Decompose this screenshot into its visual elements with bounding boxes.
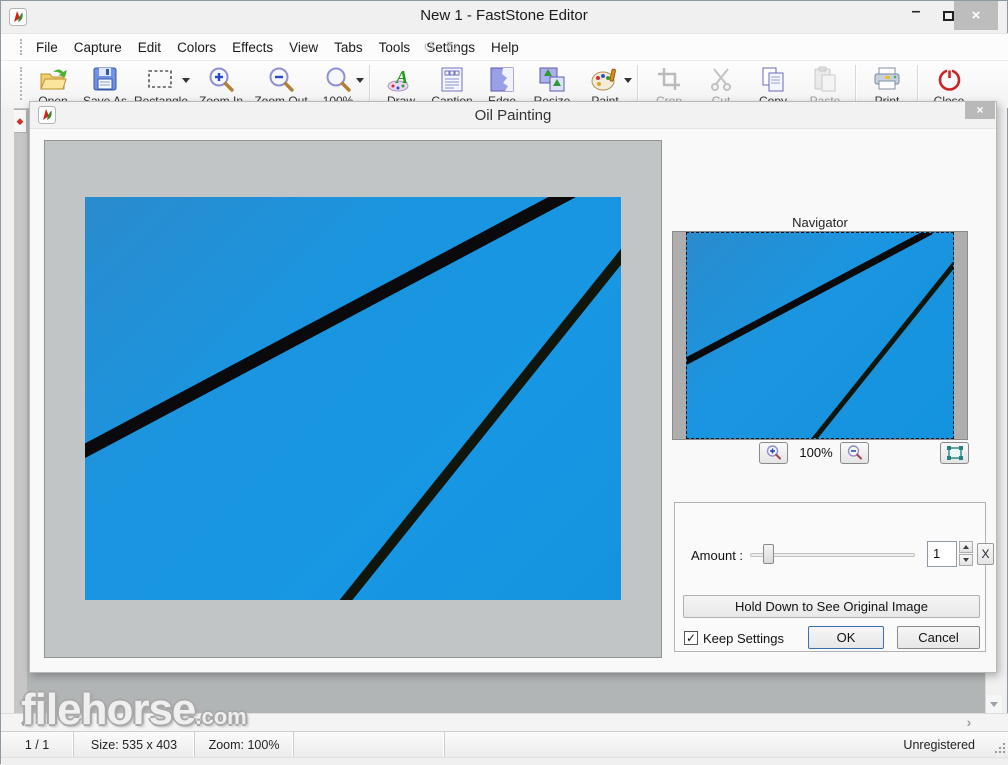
dropdown-caret-icon[interactable] <box>182 78 190 83</box>
scroll-down-button[interactable] <box>986 695 1002 713</box>
navigator-zoom-level: 100% <box>795 445 837 460</box>
spinner-up-button[interactable] <box>959 541 973 553</box>
amount-slider-track[interactable] <box>750 553 915 557</box>
down-arrow-icon <box>990 702 998 707</box>
menu-file[interactable]: File <box>28 40 66 55</box>
watermark: filehorse.com <box>21 685 247 735</box>
spinner-down-button[interactable] <box>959 554 973 566</box>
menu-tools[interactable]: Tools <box>371 40 419 55</box>
dialog-title: Oil Painting <box>30 107 996 124</box>
toolbar-separator <box>917 65 919 103</box>
scroll-right-button[interactable]: › <box>961 715 977 731</box>
amount-input[interactable]: 1 <box>927 541 957 567</box>
crop-icon <box>656 65 682 93</box>
navigator-fit-button[interactable] <box>940 442 969 464</box>
print-icon <box>872 65 902 93</box>
hold-to-see-original-button[interactable]: Hold Down to See Original Image <box>683 595 980 618</box>
navigator-frame <box>672 231 968 440</box>
status-size: Size: 535 x 403 <box>74 732 195 757</box>
toolbar-separator <box>369 65 371 103</box>
menu-effects[interactable]: Effects <box>224 40 281 55</box>
watermark-tld: .com <box>195 704 246 729</box>
amount-slider-thumb[interactable] <box>763 544 774 564</box>
tab-diamond-icon: ◆ <box>17 116 24 127</box>
toolbar-grip <box>20 67 23 100</box>
menu-help[interactable]: Help <box>483 40 527 55</box>
paste-clipboard-icon <box>812 65 838 93</box>
menu-tabs[interactable]: Tabs <box>326 40 371 55</box>
minimize-button[interactable]: – <box>901 1 931 31</box>
status-registration: Unregistered <box>445 732 1008 757</box>
menu-edit[interactable]: Edit <box>130 40 169 55</box>
cancel-button[interactable]: Cancel <box>897 626 980 649</box>
dropdown-caret-icon[interactable] <box>624 78 632 83</box>
zoom-out-icon <box>846 444 864 462</box>
menu-grip <box>20 39 23 55</box>
menu-bar: File Capture Edit Colors Effects View Ta… <box>1 33 1008 61</box>
maximize-icon <box>943 11 954 21</box>
status-bar: 1 / 1 Size: 535 x 403 Zoom: 100% Unregis… <box>1 731 1008 757</box>
edge-icon <box>489 65 515 93</box>
navigator-zoom-out-button[interactable] <box>840 442 869 464</box>
resize-grip-icon[interactable] <box>994 742 1006 754</box>
window-title: New 1 - FastStone Editor <box>1 7 1007 24</box>
zoom-in-icon <box>765 444 783 462</box>
toolbar-separator <box>637 65 639 103</box>
cut-scissors-icon <box>708 65 734 93</box>
fit-view-icon <box>946 445 964 461</box>
rectangle-select-icon <box>146 65 176 93</box>
menu-view[interactable]: View <box>281 40 326 55</box>
undo-redo-group: ↺↻ <box>423 38 468 56</box>
ok-button[interactable]: OK <box>808 626 884 649</box>
amount-spinner <box>959 541 973 567</box>
navigator-label: Navigator <box>672 215 968 230</box>
left-frame <box>1 101 14 713</box>
status-zoom: Zoom: 100% <box>195 732 294 757</box>
reset-button[interactable]: X <box>977 543 994 565</box>
dialog-title-bar[interactable]: Oil Painting × <box>30 102 996 129</box>
zoom-level-icon <box>324 65 352 93</box>
dialog-close-button[interactable]: × <box>965 102 995 119</box>
caption-icon <box>440 65 464 93</box>
down-arrow-icon <box>963 558 969 562</box>
open-folder-icon <box>37 65 69 93</box>
menu-capture[interactable]: Capture <box>66 40 130 55</box>
copy-icon <box>760 65 786 93</box>
app-window: New 1 - FastStone Editor – × File Captur… <box>0 0 1008 764</box>
redo-icon[interactable]: ↻ <box>446 39 469 56</box>
draw-icon: A <box>386 65 416 93</box>
title-bar: New 1 - FastStone Editor – × <box>1 1 1007 33</box>
toolbar-separator <box>855 65 857 103</box>
paint-icon <box>590 65 620 93</box>
image-diagonal-line-1 <box>85 197 578 459</box>
menu-colors[interactable]: Colors <box>169 40 224 55</box>
document-tab[interactable]: ◆ <box>14 109 27 133</box>
close-button[interactable]: × <box>954 1 998 30</box>
navigator-zoom-in-button[interactable] <box>759 442 788 464</box>
keep-settings-checkbox[interactable]: ✓ <box>684 631 698 645</box>
resize-icon <box>538 65 566 93</box>
keep-settings-label: Keep Settings <box>703 631 784 646</box>
status-page: 1 / 1 <box>1 732 74 757</box>
svg-text:A: A <box>395 67 408 87</box>
settings-panel: Amount : 1 X Hold Down to See Original I… <box>674 502 986 652</box>
dropdown-caret-icon[interactable] <box>356 78 364 83</box>
preview-panel <box>44 140 662 658</box>
navigator-thumbnail[interactable] <box>686 232 954 439</box>
tab-strip: ◆ <box>14 101 27 713</box>
status-empty <box>294 732 445 757</box>
watermark-name: filehorse <box>21 685 195 734</box>
thumb-diagonal-line-1 <box>686 232 933 365</box>
zoom-in-icon <box>207 65 235 93</box>
up-arrow-icon <box>963 545 969 549</box>
preview-image[interactable] <box>85 197 621 600</box>
workspace: ◆ filehorse.com Oil Painting × Navig <box>1 101 1008 713</box>
zoom-out-icon <box>267 65 295 93</box>
oil-painting-dialog: Oil Painting × Navigator 100% <box>29 101 997 673</box>
amount-label: Amount : <box>691 548 743 563</box>
undo-icon[interactable]: ↺ <box>423 39 446 56</box>
save-disk-icon <box>92 65 118 93</box>
power-close-icon <box>936 65 963 93</box>
